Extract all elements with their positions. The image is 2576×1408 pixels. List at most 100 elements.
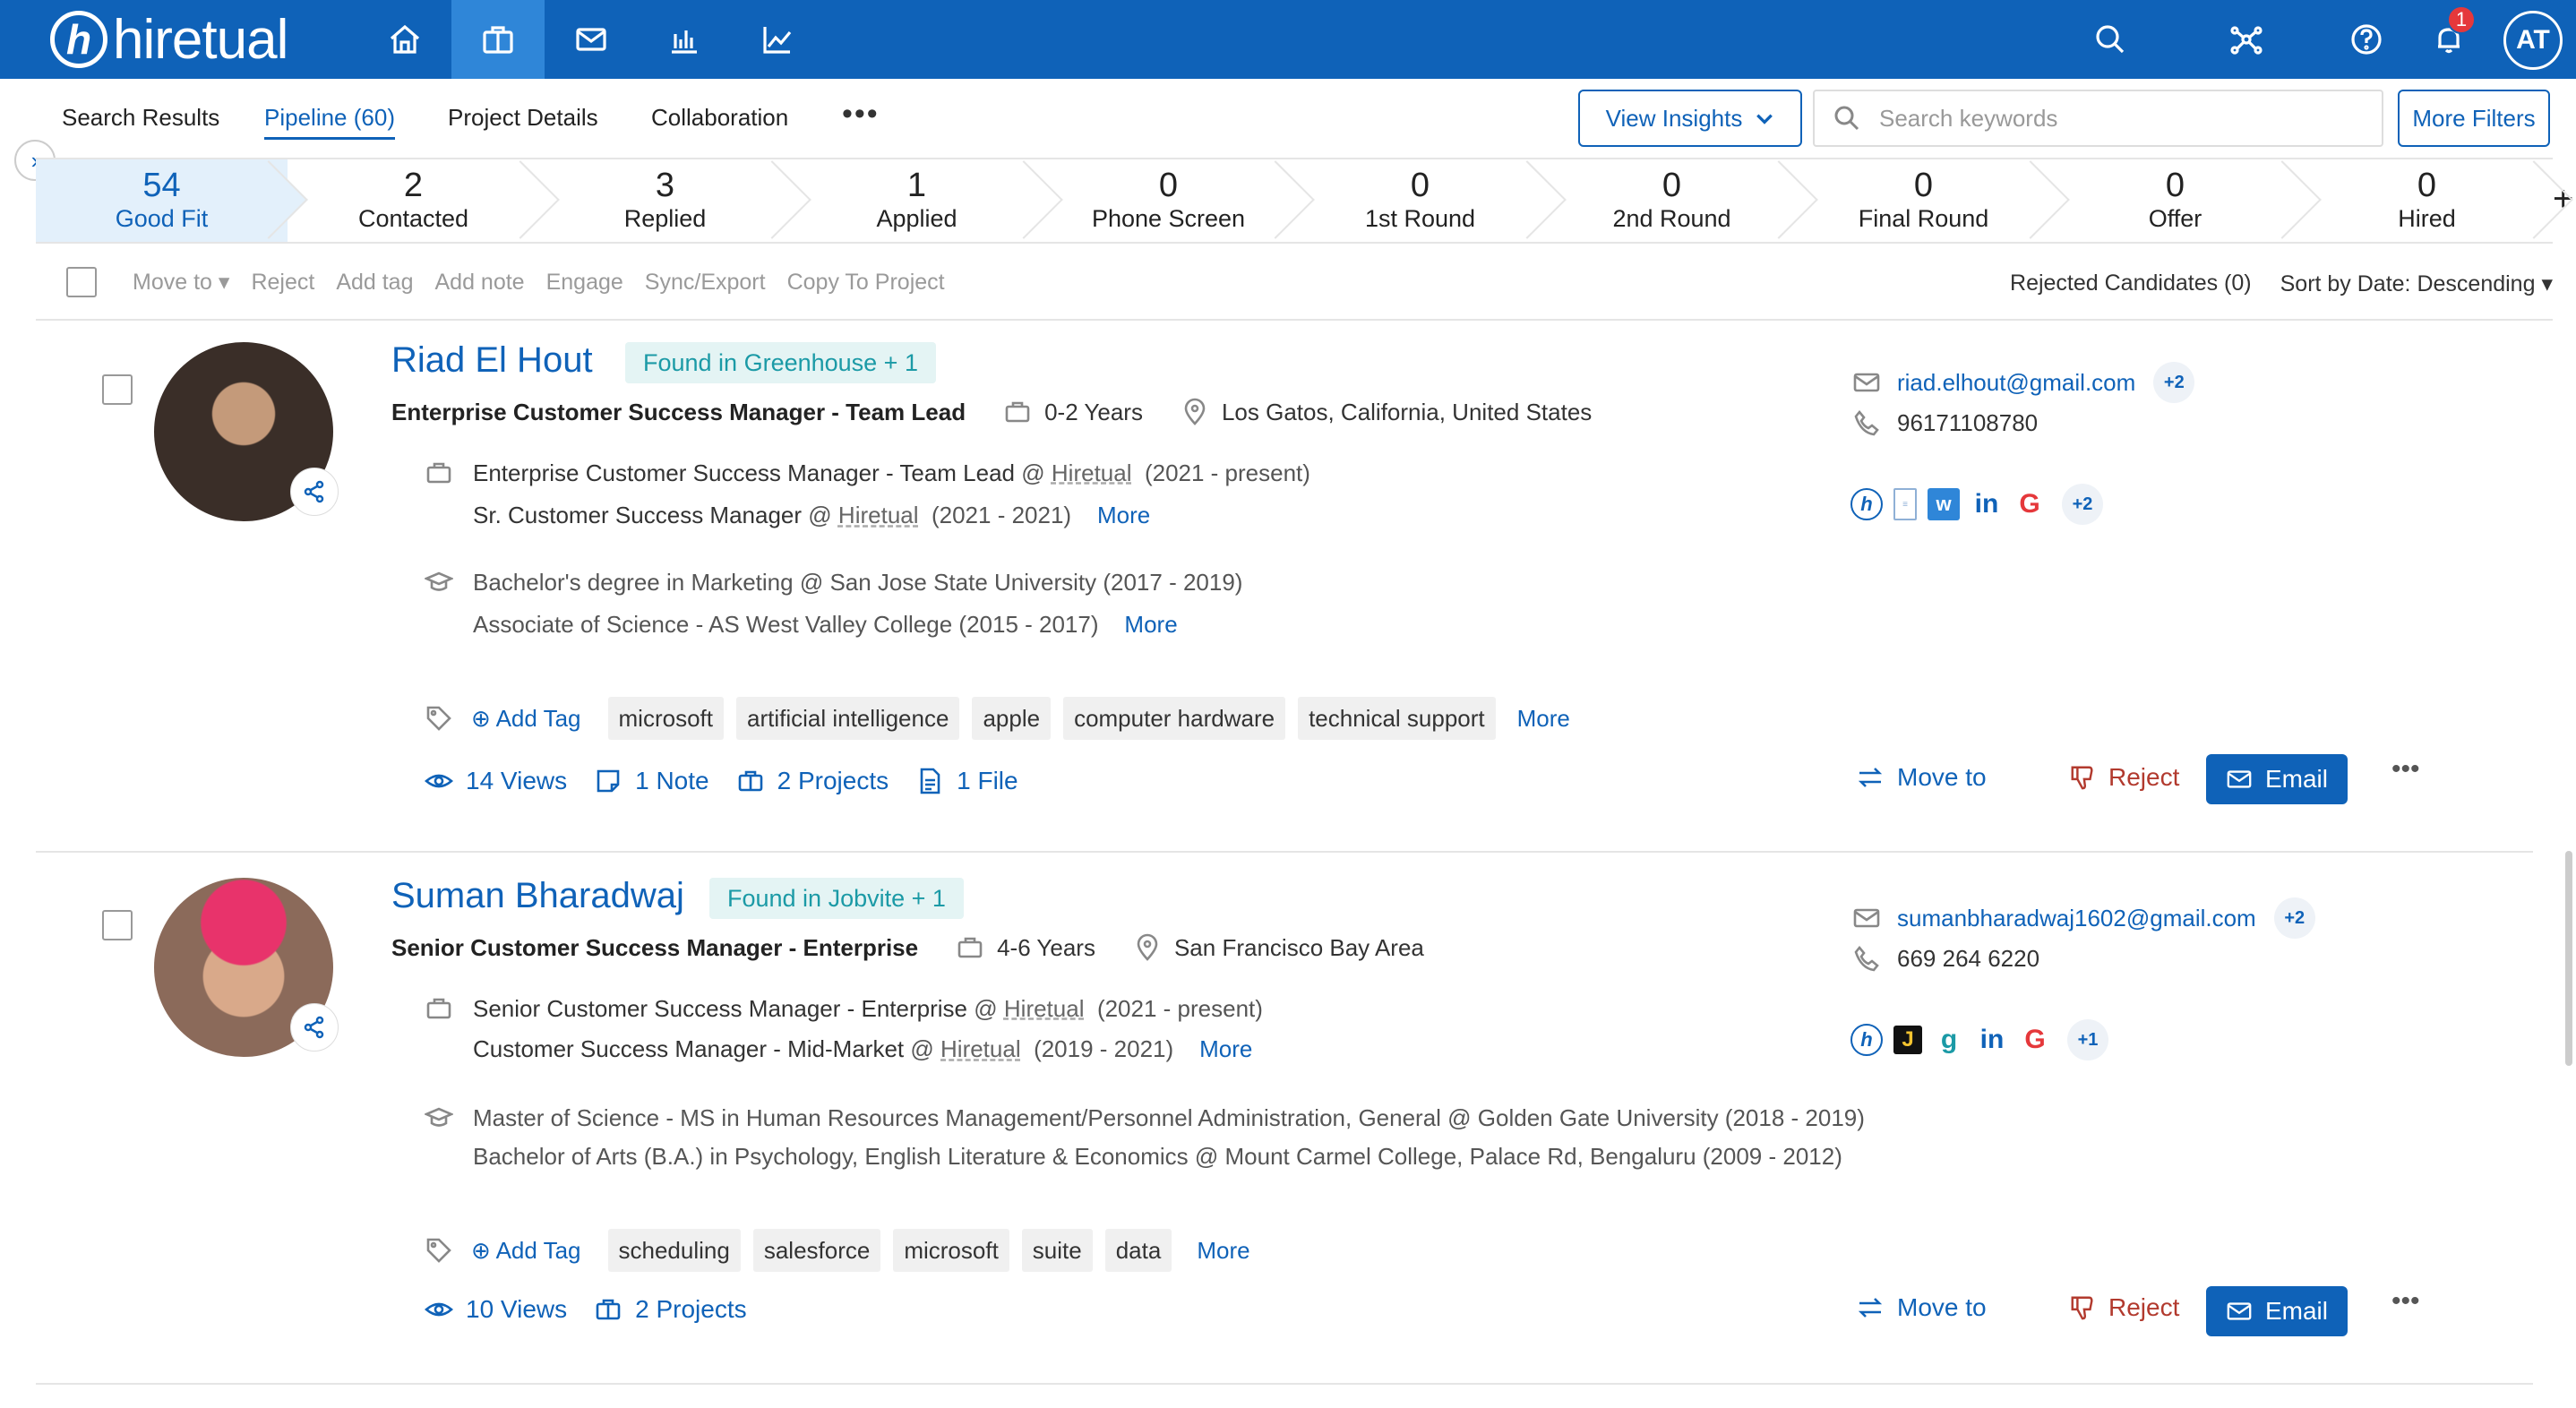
candidate-phone[interactable]: 96171108780	[1897, 409, 2038, 437]
google-icon[interactable]: G	[2014, 488, 2046, 520]
search-input[interactable]: Search keywords	[1879, 105, 2057, 133]
stage-phone-screen[interactable]: 0 Phone Screen	[1043, 159, 1294, 242]
tab-search-results[interactable]: Search Results	[62, 104, 219, 132]
stage-good-fit[interactable]: 54 Good Fit	[36, 159, 288, 242]
candidate-phone[interactable]: 669 264 6220	[1897, 945, 2039, 973]
share-button[interactable]	[290, 1003, 339, 1052]
wellfound-icon[interactable]: w	[1928, 488, 1960, 520]
more-tabs-icon[interactable]: •••	[842, 97, 880, 132]
views-count[interactable]: 14 Views	[466, 767, 567, 795]
found-in-badge[interactable]: Found in Jobvite + 1	[709, 878, 964, 919]
tag-chip[interactable]: computer hardware	[1063, 697, 1286, 740]
reject-button[interactable]: Reject	[251, 270, 314, 296]
tag-chip[interactable]: microsoft	[607, 697, 724, 740]
scrollbar[interactable]	[2565, 851, 2572, 1066]
job-company[interactable]: Hiretual	[1004, 995, 1085, 1023]
reject-candidate-button[interactable]: Reject	[2069, 763, 2179, 792]
more-socials-badge[interactable]: +2	[2062, 484, 2103, 525]
job-company[interactable]: Hiretual	[940, 1035, 1021, 1063]
stage-hired[interactable]: 0 Hired	[2301, 159, 2553, 242]
projects-count[interactable]: 2 Projects	[635, 1295, 747, 1324]
reject-candidate-button[interactable]: Reject	[2069, 1293, 2179, 1322]
nav-reports[interactable]	[638, 0, 731, 79]
tag-chip[interactable]: microsoft	[893, 1229, 1009, 1272]
more-actions-icon[interactable]: •••	[2391, 754, 2420, 785]
google-icon[interactable]: G	[2019, 1024, 2051, 1056]
candidate-name[interactable]: Riad El Hout	[391, 340, 593, 381]
move-to-menu[interactable]: Move to ▾	[133, 269, 229, 296]
network-button[interactable]	[2211, 0, 2282, 79]
notifications-button[interactable]: 1	[2413, 0, 2485, 79]
more-emails-badge[interactable]: +2	[2273, 897, 2315, 939]
more-experience-link[interactable]: More	[1097, 502, 1150, 529]
stage-replied[interactable]: 3 Replied	[539, 159, 791, 242]
tag-chip[interactable]: technical support	[1298, 697, 1496, 740]
copy-to-project-button[interactable]: Copy To Project	[787, 270, 945, 296]
views-count[interactable]: 10 Views	[466, 1295, 567, 1324]
more-socials-badge[interactable]: +1	[2067, 1019, 2108, 1060]
hiretual-profile-icon[interactable]: h	[1850, 1024, 1883, 1056]
engage-button[interactable]: Engage	[546, 270, 623, 296]
view-insights-button[interactable]: View Insights	[1578, 90, 1802, 147]
move-to-button[interactable]: Move to	[1856, 763, 1987, 792]
linkedin-icon[interactable]: in	[1976, 1024, 2008, 1056]
hiretual-profile-icon[interactable]: h	[1850, 488, 1883, 520]
candidate-checkbox[interactable]	[102, 910, 133, 940]
stage-offer[interactable]: 0 Offer	[2049, 159, 2301, 242]
tag-chip[interactable]: apple	[972, 697, 1052, 740]
more-tags-link[interactable]: More	[1517, 705, 1570, 733]
tag-chip[interactable]: suite	[1021, 1229, 1093, 1272]
more-tags-link[interactable]: More	[1197, 1237, 1249, 1265]
found-in-badge[interactable]: Found in Greenhouse + 1	[625, 342, 936, 383]
linkedin-icon[interactable]: in	[1971, 488, 2003, 520]
tab-project-details[interactable]: Project Details	[448, 104, 598, 132]
add-tag-button[interactable]: ⊕ Add Tag	[471, 705, 581, 733]
add-tag-button[interactable]: ⊕ Add Tag	[471, 1237, 581, 1265]
more-actions-icon[interactable]: •••	[2391, 1286, 2420, 1317]
stage-2nd-round[interactable]: 0 2nd Round	[1546, 159, 1798, 242]
more-experience-link[interactable]: More	[1199, 1035, 1252, 1063]
projects-count[interactable]: 2 Projects	[777, 767, 889, 795]
nav-analytics[interactable]	[731, 0, 824, 79]
stage-final-round[interactable]: 0 Final Round	[1798, 159, 2049, 242]
sort-dropdown[interactable]: Sort by Date: Descending ▾	[2280, 270, 2553, 297]
email-candidate-button[interactable]: Email	[2206, 754, 2348, 804]
more-emails-badge[interactable]: +2	[2153, 362, 2195, 403]
notes-count[interactable]: 1 Note	[635, 767, 709, 795]
tag-chip[interactable]: salesforce	[752, 1229, 881, 1272]
add-note-button[interactable]: Add note	[435, 270, 525, 296]
tag-chip[interactable]: artificial intelligence	[735, 697, 960, 740]
stage-applied[interactable]: 1 Applied	[791, 159, 1043, 242]
jobvite-icon[interactable]: J	[1893, 1026, 1922, 1054]
resume-icon[interactable]: ≡	[1893, 488, 1917, 520]
nav-messages[interactable]	[545, 0, 638, 79]
user-avatar[interactable]: AT	[2503, 11, 2563, 70]
tab-pipeline[interactable]: Pipeline (60)	[264, 104, 395, 140]
keyword-search[interactable]: Search keywords	[1813, 90, 2383, 147]
tab-collaboration[interactable]: Collaboration	[651, 104, 788, 132]
candidate-checkbox[interactable]	[102, 374, 133, 405]
nav-home[interactable]	[358, 0, 451, 79]
select-all-checkbox[interactable]	[66, 267, 97, 297]
candidate-email[interactable]: riad.elhout@gmail.com	[1897, 369, 2135, 397]
sync-export-button[interactable]: Sync/Export	[645, 270, 766, 296]
job-company[interactable]: Hiretual	[838, 502, 919, 529]
more-education-link[interactable]: More	[1124, 611, 1177, 639]
candidate-email[interactable]: sumanbharadwaj1602@gmail.com	[1897, 905, 2256, 932]
share-button[interactable]	[290, 468, 339, 516]
move-to-button[interactable]: Move to	[1856, 1293, 1987, 1322]
github-icon[interactable]: g	[1933, 1024, 1965, 1056]
help-button[interactable]	[2331, 0, 2402, 79]
nav-projects[interactable]	[451, 0, 545, 79]
job-company[interactable]: Hiretual	[1052, 459, 1132, 487]
global-search[interactable]	[2074, 0, 2146, 79]
candidate-name[interactable]: Suman Bharadwaj	[391, 876, 684, 916]
stage-1st-round[interactable]: 0 1st Round	[1294, 159, 1546, 242]
hiretual-logo[interactable]: h hiretual	[50, 5, 288, 73]
more-filters-button[interactable]: More Filters	[2398, 90, 2550, 147]
rejected-candidates-link[interactable]: Rejected Candidates (0)	[2010, 270, 2252, 297]
files-count[interactable]: 1 File	[957, 767, 1018, 795]
tag-chip[interactable]: data	[1104, 1229, 1172, 1272]
tag-chip[interactable]: scheduling	[607, 1229, 741, 1272]
email-candidate-button[interactable]: Email	[2206, 1286, 2348, 1336]
